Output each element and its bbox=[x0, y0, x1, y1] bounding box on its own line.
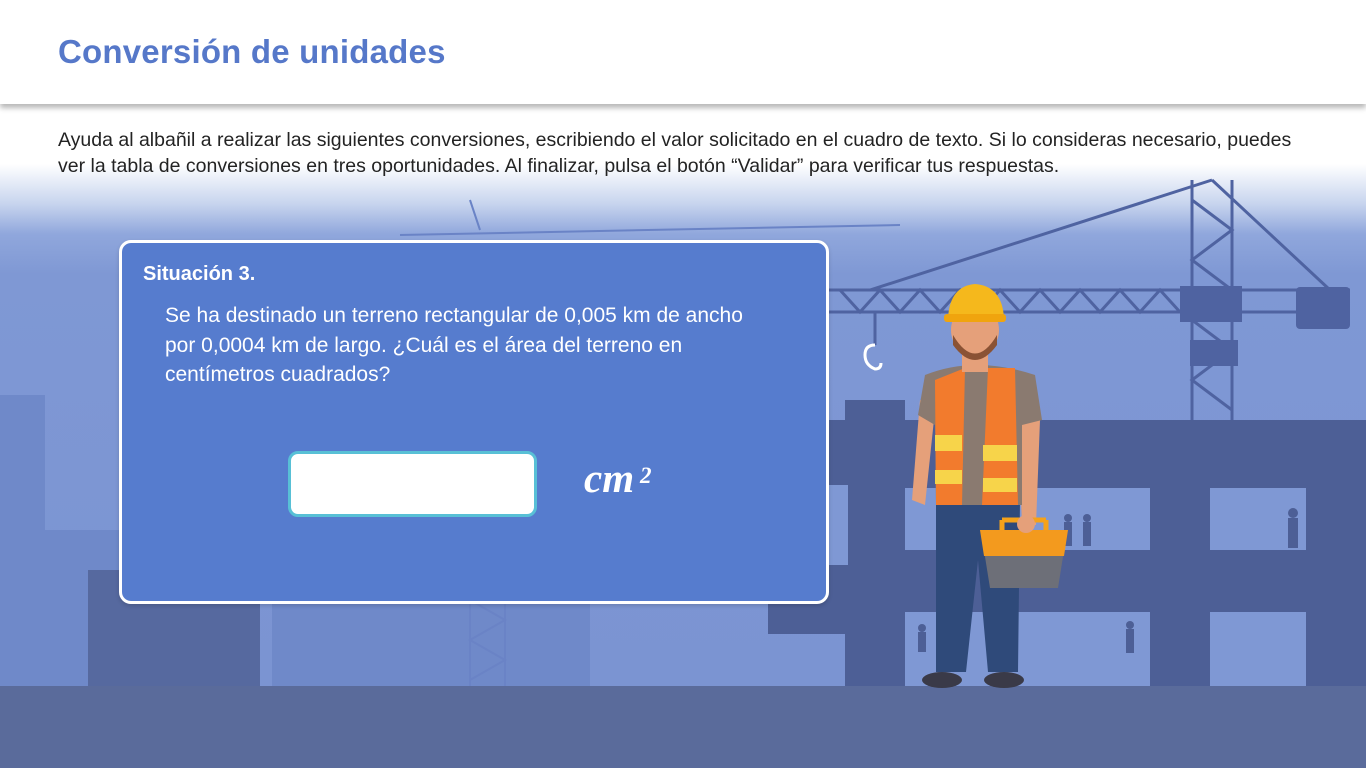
answer-input[interactable] bbox=[288, 451, 537, 517]
situation-question: Se ha destinado un terreno rectangular d… bbox=[165, 304, 743, 386]
instructions-text: Ayuda al albañil a realizar las siguient… bbox=[58, 129, 1292, 177]
left-building bbox=[0, 395, 45, 695]
situation-card: Situación 3. Se ha destinado un terreno … bbox=[119, 240, 829, 604]
unit-exponent: 2 bbox=[640, 463, 652, 488]
situation-title: Situación 3. bbox=[143, 263, 256, 285]
crane bbox=[828, 178, 1350, 430]
header-bar: Conversión de unidades bbox=[0, 0, 1366, 104]
ground bbox=[0, 686, 1366, 768]
page-title: Conversión de unidades bbox=[58, 33, 446, 70]
unit-label: cm bbox=[584, 455, 635, 501]
